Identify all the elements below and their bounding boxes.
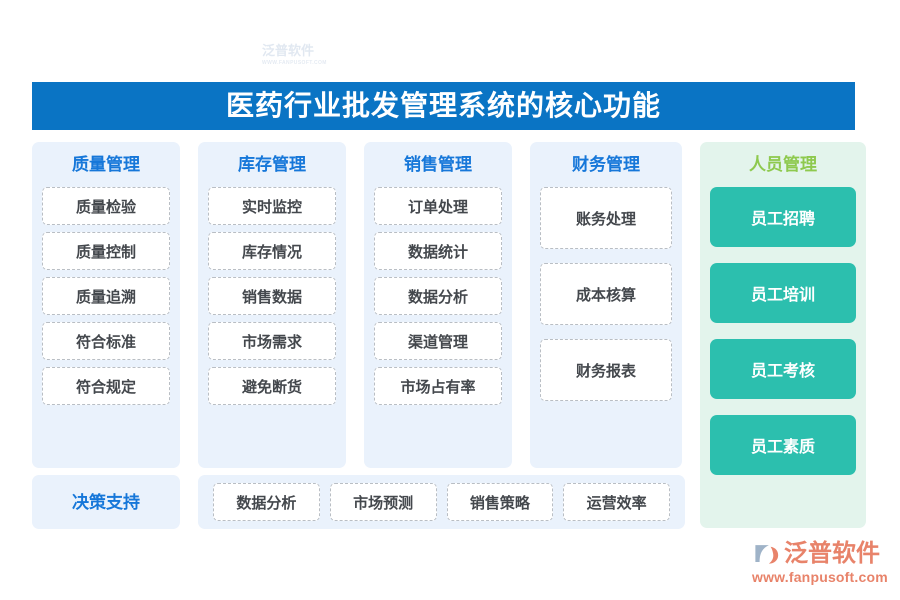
feature-cell[interactable]: 符合标准: [42, 322, 170, 360]
feature-cell[interactable]: 质量检验: [42, 187, 170, 225]
category-panel-inventory: 库存管理 实时监控 库存情况 销售数据 市场需求 避免断货: [198, 142, 346, 468]
feature-cell[interactable]: 市场预测: [329, 483, 437, 521]
category-panel-sales: 销售管理 订单处理 数据统计 数据分析 渠道管理 市场占有率: [364, 142, 512, 468]
feature-cell[interactable]: 渠道管理: [374, 322, 502, 360]
feature-cell[interactable]: 库存情况: [208, 232, 336, 270]
panel-title: 决策支持: [72, 492, 140, 512]
decision-support-row: 决策支持 数据分析 市场预测 销售策略 运营效率: [32, 475, 685, 529]
logo-url: www.fanpusoft.com: [752, 569, 888, 585]
feature-button[interactable]: 员工素质: [710, 415, 856, 475]
category-columns: 质量管理 质量检验 质量控制 质量追溯 符合标准 符合规定 库存管理 实时监控 …: [32, 142, 868, 528]
feature-cell[interactable]: 销售策略: [446, 483, 554, 521]
category-panel-personnel: 人员管理 员工招聘 员工培训 员工考核 员工素质: [700, 142, 866, 528]
feature-cell[interactable]: 订单处理: [374, 187, 502, 225]
category-panel-finance: 财务管理 账务处理 成本核算 财务报表: [530, 142, 682, 468]
feature-button[interactable]: 员工招聘: [710, 187, 856, 247]
panel-title: 销售管理: [404, 155, 472, 174]
title-banner: 医药行业批发管理系统的核心功能: [32, 82, 855, 130]
feature-cell[interactable]: 质量追溯: [42, 277, 170, 315]
panel-title: 库存管理: [238, 155, 306, 174]
logo-name: 泛普软件: [784, 539, 880, 567]
watermark-text: 泛普软件: [262, 43, 315, 58]
feature-cell[interactable]: 销售数据: [208, 277, 336, 315]
feature-button[interactable]: 员工考核: [710, 339, 856, 399]
feature-cell[interactable]: 数据统计: [374, 232, 502, 270]
feature-cell[interactable]: 质量控制: [42, 232, 170, 270]
panel-title: 质量管理: [72, 155, 140, 174]
decision-support-label-panel: 决策支持: [32, 475, 180, 529]
feature-cell[interactable]: 市场占有率: [374, 367, 502, 405]
feature-cell[interactable]: 账务处理: [540, 187, 672, 249]
logo-row: 泛普软件: [752, 540, 886, 567]
feature-cell[interactable]: 数据分析: [374, 277, 502, 315]
feature-cell[interactable]: 避免断货: [208, 367, 336, 405]
watermark-top: 泛普软件 WWW.FANPUSOFT.COM: [262, 40, 327, 66]
decision-support-items-panel: 数据分析 市场预测 销售策略 运营效率: [198, 475, 685, 529]
category-panel-quality: 质量管理 质量检验 质量控制 质量追溯 符合标准 符合规定: [32, 142, 180, 468]
feature-cell[interactable]: 符合规定: [42, 367, 170, 405]
page-title: 医药行业批发管理系统的核心功能: [225, 90, 661, 121]
watermark-subtext: WWW.FANPUSOFT.COM: [262, 60, 327, 66]
company-logo: 泛普软件 www.fanpusoft.com: [752, 540, 888, 586]
fanpu-logo-icon: [755, 545, 779, 564]
panel-title: 财务管理: [572, 155, 640, 174]
panel-title: 人员管理: [749, 155, 817, 174]
feature-cell[interactable]: 实时监控: [208, 187, 336, 225]
feature-cell[interactable]: 市场需求: [208, 322, 336, 360]
feature-cell[interactable]: 财务报表: [540, 339, 672, 401]
infographic-canvas: 医药行业批发管理系统的核心功能 泛普软件 WWW.FANPUSOFT.COM 泛…: [0, 0, 900, 600]
feature-cell[interactable]: 成本核算: [540, 263, 672, 325]
feature-cell[interactable]: 数据分析: [213, 483, 320, 521]
feature-button[interactable]: 员工培训: [710, 263, 856, 323]
feature-cell[interactable]: 运营效率: [563, 483, 670, 521]
